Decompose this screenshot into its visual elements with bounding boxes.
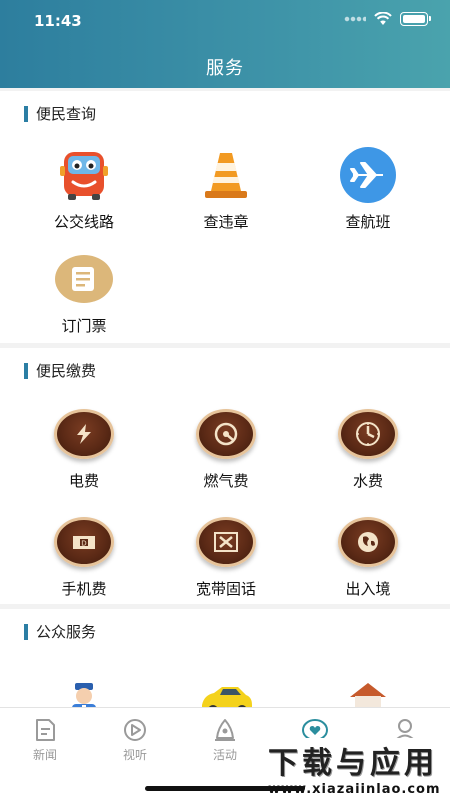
section-accent-bar (24, 623, 28, 640)
tab-label: 视听 (122, 748, 147, 762)
section-accent-bar (24, 362, 28, 379)
wifi-icon (374, 12, 392, 25)
news-icon (36, 719, 55, 741)
battery-icon (400, 12, 431, 26)
section-convenience-query: 便民查询 公交线路 查违章 查航班 订门票 (0, 91, 450, 343)
section-accent-bar (24, 105, 28, 122)
tab-label: 活动 (212, 748, 237, 762)
service-label: 手机费 (61, 580, 107, 598)
service-phone-recharge[interactable]: D 手机费 (9, 512, 159, 599)
tab-news[interactable]: 新闻 (0, 718, 90, 763)
service-taxi[interactable] (151, 669, 301, 707)
section-header: 便民缴费 (24, 360, 96, 381)
section-title: 便民查询 (36, 105, 97, 123)
tab-label: 新闻 (32, 748, 57, 762)
service-traffic-violation[interactable]: 查违章 (151, 145, 301, 232)
broadband-icon (196, 512, 256, 572)
service-broadband-landline[interactable]: 宽带固话 (151, 512, 301, 599)
section-header: 公众服务 (24, 621, 96, 642)
section-header: 便民查询 (24, 103, 96, 124)
signal-icon (344, 16, 366, 22)
status-time: 11:43 (34, 12, 82, 30)
service-label: 订门票 (61, 317, 107, 335)
service-label: 出入境 (345, 580, 391, 598)
service-water-bill[interactable]: 水费 (293, 404, 443, 491)
bus-icon (54, 145, 114, 205)
tab-activities[interactable]: 活动 (180, 718, 270, 763)
section-convenience-payment: 便民缴费 电费 燃气费 水费 D 手机费 宽带固话 出入境 (0, 348, 450, 604)
watermark-title: 下载与应用 (268, 746, 438, 781)
tab-audio-video[interactable]: 视听 (90, 718, 180, 763)
police-icon (54, 669, 114, 707)
taxi-icon (196, 669, 256, 707)
globe-icon (338, 512, 398, 572)
service-flight-search[interactable]: 查航班 (293, 145, 443, 232)
house-icon (338, 669, 398, 707)
section-title: 公众服务 (36, 623, 97, 641)
service-police[interactable] (9, 669, 159, 707)
service-housing[interactable] (293, 669, 443, 707)
service-bus-routes[interactable]: 公交线路 (9, 145, 159, 232)
gas-gauge-icon (196, 404, 256, 464)
home-indicator (145, 786, 305, 791)
service-label: 查违章 (203, 213, 249, 231)
ticket-icon (54, 249, 114, 309)
activity-icon (215, 719, 235, 741)
service-label: 水费 (352, 472, 383, 490)
lightning-icon (54, 404, 114, 464)
service-label: 燃气费 (203, 472, 249, 490)
airplane-icon (338, 145, 398, 205)
water-meter-icon (338, 404, 398, 464)
svg-text:D: D (81, 540, 86, 548)
traffic-cone-icon (196, 145, 256, 205)
play-icon (124, 719, 146, 741)
section-public-service: 公众服务 (0, 609, 450, 707)
service-label: 电费 (68, 472, 99, 490)
app-header: 11:43 服务 (0, 0, 450, 88)
service-ticket-booking[interactable]: 订门票 (9, 249, 159, 336)
page-title: 服务 (206, 58, 244, 79)
service-entry-exit[interactable]: 出入境 (293, 512, 443, 599)
service-gas-bill[interactable]: 燃气费 (151, 404, 301, 491)
status-icons (344, 12, 431, 26)
service-label: 公交线路 (53, 213, 114, 231)
service-label: 宽带固话 (195, 580, 256, 598)
service-label: 查航班 (345, 213, 391, 231)
phone-recharge-icon: D (54, 512, 114, 572)
section-title: 便民缴费 (36, 362, 97, 380)
service-electricity-bill[interactable]: 电费 (9, 404, 159, 491)
